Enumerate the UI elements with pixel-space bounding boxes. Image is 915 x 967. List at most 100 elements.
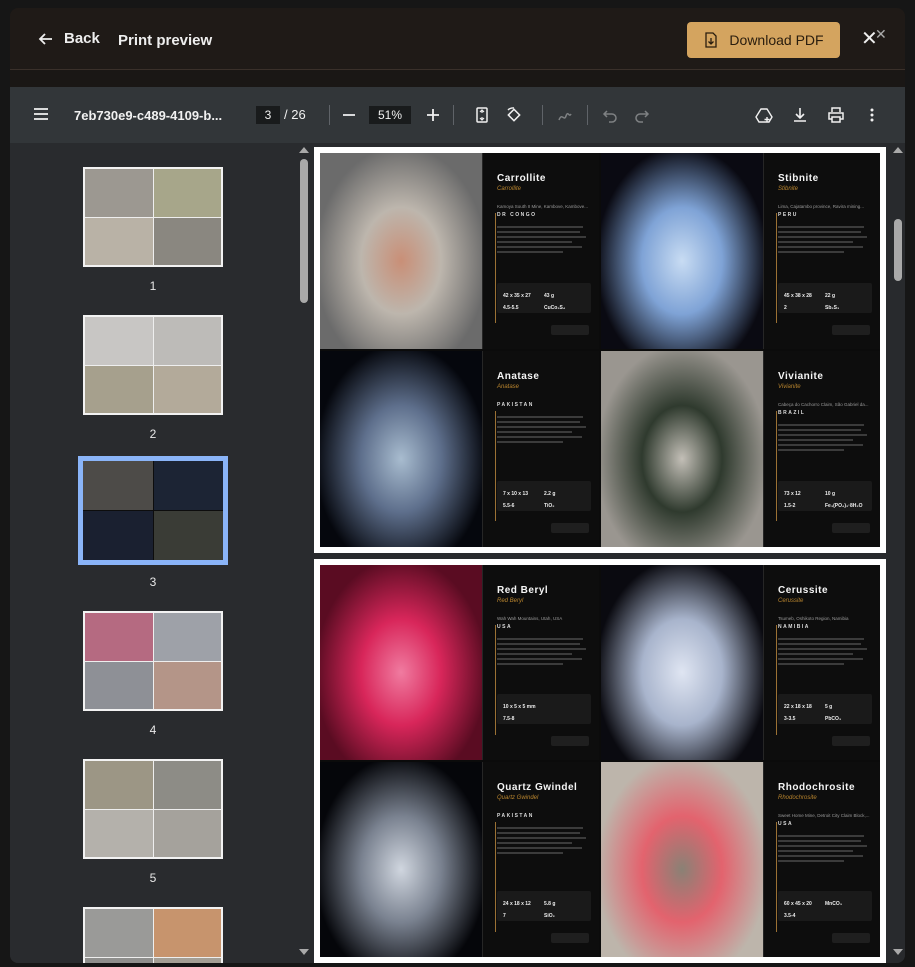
mineral-info: Cerussite Cerussite Tsumeb, Oshikoto Regio… bbox=[763, 565, 880, 760]
mineral-name: Quartz Gwindel bbox=[497, 782, 578, 793]
sidebar-scrollbar[interactable] bbox=[298, 143, 310, 963]
document-scrollbar[interactable] bbox=[891, 143, 905, 963]
mineral-subtitle: Vivianite bbox=[778, 384, 801, 390]
mineral-info: Quartz Gwindel Quartz Gwindel PAKISTAN 24 x… bbox=[482, 762, 599, 957]
spec-hardness: 1.5-2 bbox=[784, 503, 796, 509]
brand-badge bbox=[551, 325, 589, 335]
mineral-description bbox=[497, 827, 591, 854]
mineral-photo bbox=[320, 351, 482, 547]
download-pdf-label: Download PDF bbox=[729, 32, 824, 48]
mineral-name: Vivianite bbox=[778, 371, 824, 382]
toolbar-divider bbox=[329, 105, 330, 125]
mineral-country: PAKISTAN bbox=[497, 402, 534, 408]
accent-line bbox=[776, 411, 777, 521]
file-download-icon bbox=[705, 32, 718, 48]
mineral-country: USA bbox=[778, 821, 794, 827]
spec-hardness: 3.5-4 bbox=[784, 913, 796, 919]
spec-dimensions: 45 x 38 x 28 bbox=[784, 293, 812, 299]
thumbnail-page-1[interactable] bbox=[83, 167, 223, 267]
more-options-icon[interactable] bbox=[861, 104, 883, 126]
mineral-card: Carrollite Carrollite Kamoya South II Mine… bbox=[320, 153, 599, 349]
accent-line bbox=[495, 625, 496, 735]
sidebar-scroll-thumb[interactable] bbox=[300, 159, 308, 303]
mineral-description bbox=[778, 835, 872, 862]
mineral-description bbox=[497, 416, 591, 443]
mineral-location: Sweet Home Mine, Detroit City Claim Bloc… bbox=[778, 813, 870, 818]
thumbnail-page-5[interactable] bbox=[83, 759, 223, 859]
brand-badge bbox=[551, 736, 589, 746]
document-page: Red Beryl Red Beryl Wah Wah Mountains, Uta… bbox=[314, 559, 886, 963]
document-scroll-thumb[interactable] bbox=[894, 219, 902, 281]
mineral-subtitle: Cerussite bbox=[778, 598, 804, 604]
thumbnail-page-6[interactable] bbox=[83, 907, 223, 963]
mineral-name: Rhodochrosite bbox=[778, 782, 856, 793]
spec-weight: 5.8 g bbox=[544, 901, 556, 907]
spec-formula: MnCO₃ bbox=[825, 901, 843, 907]
mineral-card: Cerussite Cerussite Tsumeb, Oshikoto Regio… bbox=[601, 565, 880, 760]
spec-hardness: 7 bbox=[503, 913, 506, 919]
mineral-info: Red Beryl Red Beryl Wah Wah Mountains, Uta… bbox=[482, 565, 599, 760]
back-button[interactable]: Back bbox=[38, 30, 100, 47]
toolbar-divider bbox=[587, 105, 588, 125]
page-number-input[interactable]: 3 bbox=[256, 106, 280, 124]
mineral-country: PERU bbox=[778, 212, 798, 218]
mineral-info: Stibnite Stibnite Lima, Cajatambo province… bbox=[763, 153, 880, 349]
print-icon[interactable] bbox=[825, 104, 847, 126]
thumbnail-page-3[interactable] bbox=[78, 456, 228, 565]
mineral-name: Red Beryl bbox=[497, 585, 549, 596]
spec-box: 42 x 35 x 27 4.5-5.5 43 g CuCo₂S₄ bbox=[497, 283, 591, 313]
spec-weight: 2.2 g bbox=[544, 491, 556, 497]
brand-badge bbox=[832, 325, 870, 335]
zoom-in-icon[interactable] bbox=[422, 104, 444, 126]
spec-formula: PbCO₃ bbox=[825, 716, 842, 722]
brand-badge bbox=[832, 736, 870, 746]
pdf-toolbar: 7eb730e9-c489-4109-b... 3 / 26 51% bbox=[10, 87, 905, 143]
annotate-icon[interactable] bbox=[554, 104, 576, 126]
mineral-subtitle: Anatase bbox=[497, 384, 520, 390]
zoom-input[interactable]: 51% bbox=[369, 106, 411, 124]
mineral-info: Carrollite Carrollite Kamoya South II Mine… bbox=[482, 153, 599, 349]
spec-formula: SiO₂ bbox=[544, 913, 555, 919]
accent-line bbox=[495, 411, 496, 521]
spec-dimensions: 42 x 35 x 27 bbox=[503, 293, 531, 299]
mineral-name: Stibnite bbox=[778, 173, 819, 184]
undo-icon[interactable] bbox=[599, 104, 621, 126]
mineral-location: Tsumeb, Oshikoto Region, Namibia bbox=[778, 616, 849, 621]
mineral-photo bbox=[601, 153, 763, 349]
mineral-card: Anatase Anatase PAKISTAN 7 x 10 x 13 5.5-6 2.… bbox=[320, 351, 599, 547]
back-label: Back bbox=[64, 30, 100, 47]
spec-hardness: 7.5-8 bbox=[503, 716, 515, 722]
close-secondary-icon[interactable]: ✕ bbox=[875, 26, 887, 43]
thumbnail-page-2[interactable] bbox=[83, 315, 223, 415]
fit-page-icon[interactable] bbox=[471, 104, 493, 126]
spec-formula: Fe₃(PO₄)₂·8H₂O bbox=[825, 503, 863, 509]
mineral-subtitle: Carrollite bbox=[497, 186, 522, 192]
mineral-location: Cabeça do Cachorro Claim, São Gabriel da… bbox=[778, 402, 869, 407]
thumbnail-number: 5 bbox=[149, 871, 157, 885]
accent-line bbox=[776, 625, 777, 735]
thumbnail-number: 2 bbox=[149, 427, 157, 441]
menu-icon[interactable] bbox=[32, 105, 50, 126]
thumbnail-page-4[interactable] bbox=[83, 611, 223, 711]
mineral-photo bbox=[320, 565, 482, 760]
brand-badge bbox=[832, 523, 870, 533]
mineral-subtitle: Stibnite bbox=[778, 186, 799, 192]
spec-weight: 22 g bbox=[825, 293, 836, 299]
download-pdf-button[interactable]: Download PDF bbox=[687, 22, 840, 58]
accent-line bbox=[495, 822, 496, 932]
mineral-country: USA bbox=[497, 624, 513, 630]
spec-box: 45 x 38 x 28 2 22 g Sb₂S₃ bbox=[778, 283, 872, 313]
spec-hardness: 2 bbox=[784, 305, 787, 311]
redo-icon[interactable] bbox=[631, 104, 653, 126]
document-page: Carrollite Carrollite Kamoya South II Mine… bbox=[314, 147, 886, 553]
mineral-description bbox=[497, 226, 591, 253]
mineral-card: Vivianite Vivianite Cabeça do Cachorro Cla… bbox=[601, 351, 880, 547]
arrow-left-icon bbox=[38, 32, 52, 45]
download-icon[interactable] bbox=[789, 104, 811, 126]
mineral-subtitle: Red Beryl bbox=[497, 598, 524, 604]
zoom-out-icon[interactable] bbox=[338, 104, 360, 126]
rotate-icon[interactable] bbox=[503, 104, 525, 126]
file-name: 7eb730e9-c489-4109-b... bbox=[74, 108, 223, 123]
spec-box: 22 x 18 x 18 3-3.5 5 g PbCO₃ bbox=[778, 694, 872, 724]
drive-add-icon[interactable] bbox=[753, 104, 775, 126]
